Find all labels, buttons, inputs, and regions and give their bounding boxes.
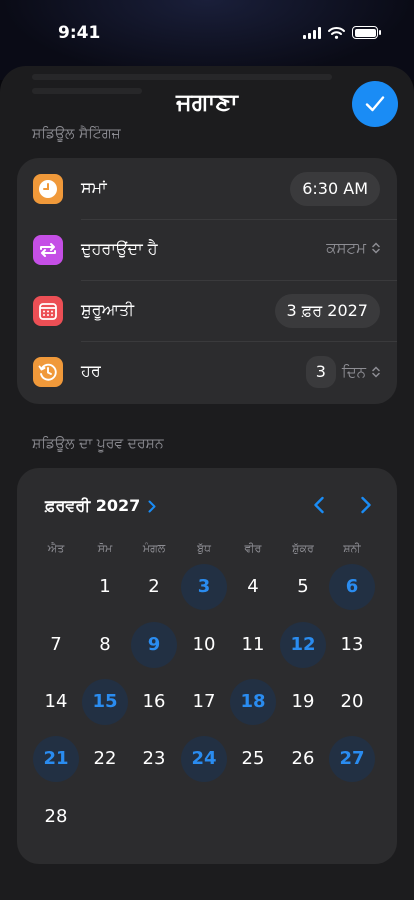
schedule-settings-heading: ਸ਼ਡਿਊਲ ਸੈਟਿੰਗਜ਼ [32, 126, 121, 142]
clock-icon [33, 174, 63, 204]
weekday-header: ਬੁੱਧ [197, 542, 211, 555]
calendar-day[interactable]: 20 [329, 679, 375, 725]
repeat-value: ਕਸਟਮ [326, 239, 366, 257]
schedule-preview-heading: ਸ਼ਡਿਊਲ ਦਾ ਪੂਰਵ ਦਰਸ਼ਨ [32, 436, 164, 452]
start-date-row[interactable]: ਸ਼ੁਰੂਆਤੀ 3 ਫ਼ਰ 2027 [17, 280, 397, 342]
time-value-button[interactable]: 6:30 AM [290, 172, 380, 206]
calendar-day[interactable]: 14 [33, 679, 79, 725]
interval-menu[interactable]: 3 ਦਿਨ [305, 356, 380, 388]
calendar-day-selected[interactable]: 18 [230, 679, 276, 725]
repeat-menu[interactable]: ਕਸਟਮ [326, 239, 380, 257]
weekday-header: ਸੋਮ [97, 542, 113, 555]
chevron-up-down-icon [372, 366, 380, 378]
calendar-day[interactable]: 7 [33, 622, 79, 668]
calendar-day[interactable]: 28 [33, 794, 79, 840]
month-picker-button[interactable]: ਫ਼ਰਵਰੀ 2027 [45, 496, 156, 516]
calendar-day[interactable]: 17 [181, 679, 227, 725]
interval-row[interactable]: ਹਰ 3 ਦਿਨ [17, 341, 397, 403]
chevron-right-icon [148, 500, 156, 512]
repeat-icon [33, 235, 63, 265]
wifi-icon [328, 26, 345, 39]
cellular-signal-icon [303, 26, 321, 39]
settings-card: ਸਮਾਂ 6:30 AM ਦੁਹਰਾਉਂਦਾ ਹੈ ਕਸਟਮ ਸ਼ੁਰੂਆਤੀ [17, 158, 397, 404]
interval-label: ਹਰ [81, 361, 101, 380]
time-label: ਸਮਾਂ [81, 178, 107, 197]
interval-count[interactable]: 3 [305, 356, 336, 388]
confirm-button[interactable] [352, 81, 398, 127]
previous-month-button[interactable] [306, 492, 332, 518]
calendar-day[interactable]: 11 [230, 622, 276, 668]
calendar-day[interactable]: 23 [131, 736, 177, 782]
time-row[interactable]: ਸਮਾਂ 6:30 AM [17, 158, 397, 220]
weekday-header: ਸ਼ੁੱਕਰ [292, 542, 314, 555]
status-bar: 9:41 [0, 0, 414, 54]
calendar-day[interactable]: 8 [82, 622, 128, 668]
repeat-row[interactable]: ਦੁਹਰਾਉਂਦਾ ਹੈ ਕਸਟਮ [17, 219, 397, 281]
calendar-day[interactable]: 5 [280, 564, 326, 610]
calendar-card: ਫ਼ਰਵਰੀ 2027 ਐਤ ਸੋਮ ਮੰਗਲ ਬੁੱਧ ਵੀਰ ਸ਼ੁੱਕਰ ਸ਼ਨੀ 1… [17, 468, 397, 864]
calendar-day-selected[interactable]: 24 [181, 736, 227, 782]
battery-icon [352, 26, 381, 39]
calendar-day[interactable]: 25 [230, 736, 276, 782]
interval-unit: ਦਿਨ [341, 363, 366, 381]
calendar-day[interactable]: 26 [280, 736, 326, 782]
calendar-day[interactable]: 22 [82, 736, 128, 782]
chevron-right-icon [361, 496, 371, 514]
weekday-header: ਮੰਗਲ [142, 542, 166, 555]
start-date-button[interactable]: 3 ਫ਼ਰ 2027 [274, 294, 380, 328]
repeat-label: ਦੁਹਰਾਉਂਦਾ ਹੈ [81, 239, 158, 258]
calendar-day-selected[interactable]: 9 [131, 622, 177, 668]
calendar-day[interactable]: 1 [82, 564, 128, 610]
start-label: ਸ਼ੁਰੂਆਤੀ [81, 300, 135, 319]
calendar-icon [33, 296, 63, 326]
month-label: ਫ਼ਰਵਰੀ 2027 [45, 496, 141, 515]
next-month-button[interactable] [353, 492, 379, 518]
calendar-day[interactable]: 19 [280, 679, 326, 725]
calendar-day[interactable]: 16 [131, 679, 177, 725]
calendar-day[interactable]: 4 [230, 564, 276, 610]
calendar-day-selected[interactable]: 3 [181, 564, 227, 610]
calendar-day-selected[interactable]: 12 [280, 622, 326, 668]
calendar-day-selected[interactable]: 6 [329, 564, 375, 610]
calendar-day[interactable]: 13 [329, 622, 375, 668]
calendar-day-selected[interactable]: 21 [33, 736, 79, 782]
checkmark-icon [365, 96, 385, 112]
history-icon [33, 357, 63, 387]
weekday-header: ਐਤ [47, 542, 65, 555]
calendar-day-selected[interactable]: 27 [329, 736, 375, 782]
status-time: 9:41 [58, 23, 101, 43]
calendar-day[interactable]: 10 [181, 622, 227, 668]
status-icons [303, 26, 381, 39]
weekday-header: ਵੀਰ [244, 542, 262, 555]
weekday-header: ਸ਼ਨੀ [343, 542, 361, 555]
calendar-day[interactable]: 2 [131, 564, 177, 610]
calendar-day-selected[interactable]: 15 [82, 679, 128, 725]
chevron-up-down-icon [372, 242, 380, 254]
chevron-left-icon [314, 496, 324, 514]
